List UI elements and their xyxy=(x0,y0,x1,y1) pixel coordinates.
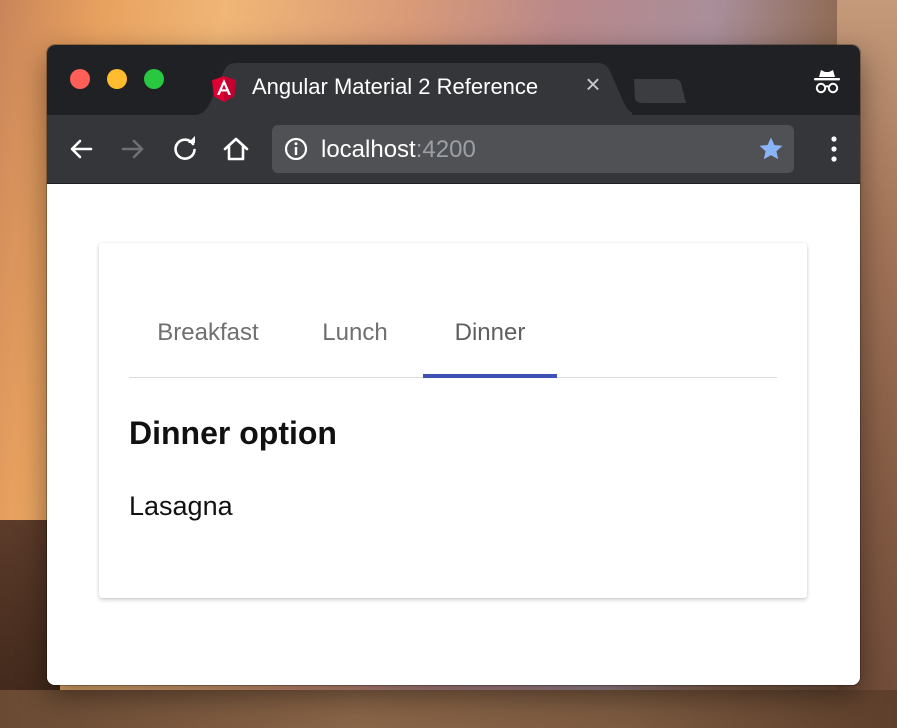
kebab-menu-icon[interactable] xyxy=(830,135,838,163)
browser-toolbar: localhost:4200 xyxy=(47,115,860,184)
back-button[interactable] xyxy=(65,133,97,165)
active-tab-ink-bar xyxy=(423,374,557,378)
window-minimize-button[interactable] xyxy=(107,69,127,89)
url-port: :4200 xyxy=(415,136,476,163)
address-bar[interactable]: localhost:4200 xyxy=(272,125,794,173)
tab-content-text: Lasagna xyxy=(129,491,233,521)
window-close-button[interactable] xyxy=(70,69,90,89)
home-button[interactable] xyxy=(220,133,252,165)
new-tab-button[interactable] xyxy=(630,79,686,103)
tab-close-icon[interactable]: × xyxy=(582,71,604,97)
meal-tab-group: Breakfast Lunch Dinner xyxy=(129,301,777,378)
browser-window: Angular Material 2 Reference × localhost… xyxy=(47,45,860,685)
info-icon[interactable] xyxy=(284,137,308,161)
browser-tab-active[interactable]: Angular Material 2 Reference × xyxy=(192,63,632,115)
window-maximize-button[interactable] xyxy=(144,69,164,89)
url-host: localhost xyxy=(321,136,416,163)
tab-dinner[interactable]: Dinner xyxy=(423,301,557,377)
page-content: Breakfast Lunch Dinner Dinner option Las… xyxy=(47,184,860,685)
browser-titlebar: Angular Material 2 Reference × xyxy=(47,45,860,115)
url-text[interactable]: localhost:4200 xyxy=(321,136,476,164)
star-icon[interactable] xyxy=(758,136,784,162)
forward-button[interactable] xyxy=(117,133,149,165)
angular-logo-icon xyxy=(212,76,236,102)
incognito-icon[interactable] xyxy=(812,67,842,97)
wallpaper-rock-bottom xyxy=(0,690,897,728)
tab-content-heading: Dinner option xyxy=(129,415,337,451)
tab-breakfast[interactable]: Breakfast xyxy=(129,301,287,377)
tab-title: Angular Material 2 Reference xyxy=(252,74,539,99)
tab-lunch[interactable]: Lunch xyxy=(287,301,423,377)
meal-card: Breakfast Lunch Dinner Dinner option Las… xyxy=(99,243,807,598)
reload-button[interactable] xyxy=(169,133,201,165)
